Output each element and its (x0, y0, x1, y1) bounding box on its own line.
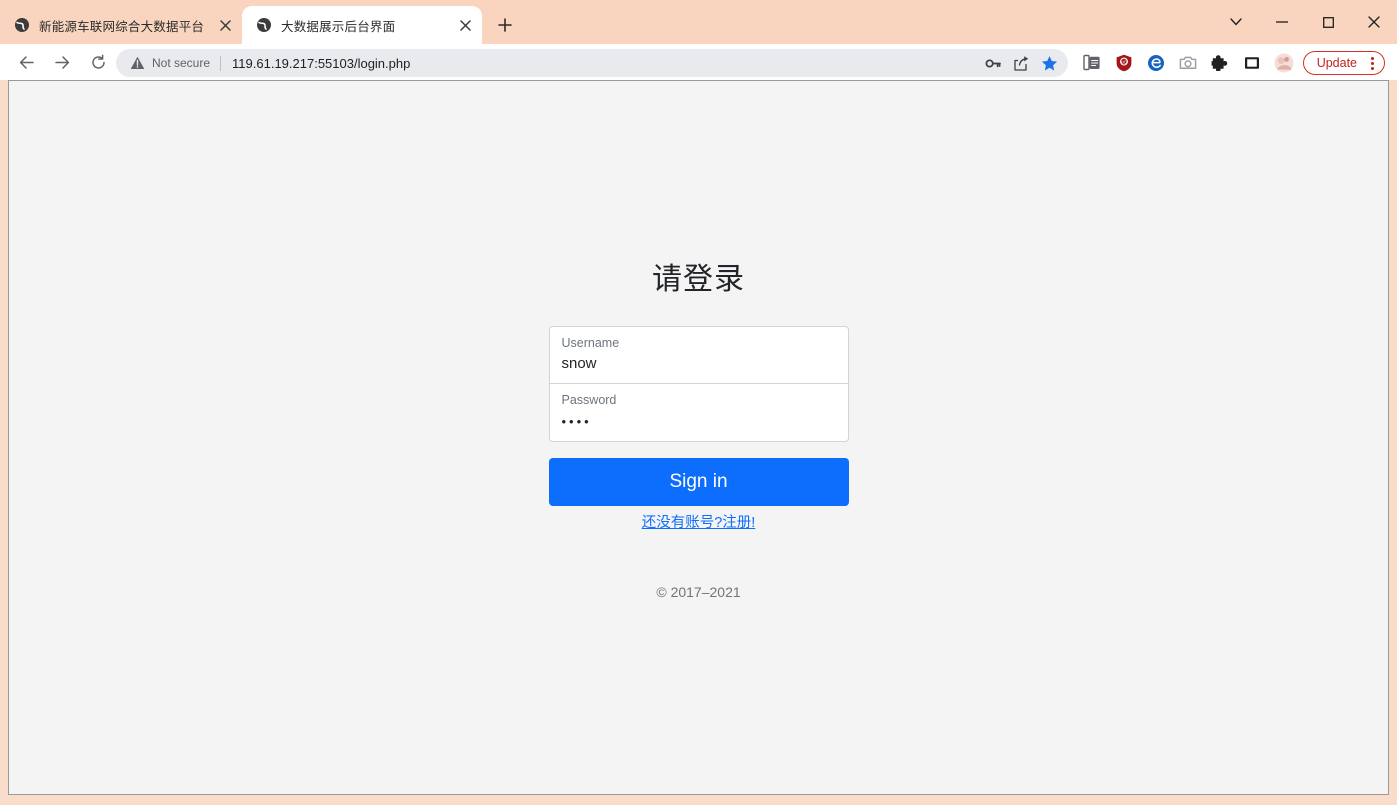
globe-icon (256, 17, 272, 33)
tab-strip: 新能源车联网综合大数据平台 大数据展示后台界面 (0, 0, 1397, 44)
svg-text:uO: uO (1121, 59, 1127, 64)
page-viewport: 请登录 Username snow Password •••• Sign in … (8, 80, 1389, 795)
forward-button[interactable] (47, 47, 77, 77)
camera-screenshot-icon[interactable] (1172, 49, 1204, 77)
back-button[interactable] (11, 47, 41, 77)
bookmark-star-icon[interactable] (1036, 50, 1062, 76)
username-field[interactable]: Username snow (548, 326, 849, 384)
register-link-row: 还没有账号?注册! (549, 506, 849, 532)
share-icon[interactable] (1008, 50, 1034, 76)
register-link[interactable]: 还没有账号?注册! (642, 511, 756, 532)
sign-in-button[interactable]: Sign in (548, 458, 849, 506)
clipboard-copy-icon[interactable] (1076, 49, 1108, 77)
username-input[interactable]: snow (562, 353, 836, 375)
update-label: Update (1316, 56, 1357, 70)
tab-title: 新能源车联网综合大数据平台 (39, 19, 205, 34)
profile-avatar-icon[interactable] (1268, 49, 1300, 77)
kebab-menu-icon[interactable] (1365, 54, 1379, 72)
copyright-text: © 2017–2021 (656, 584, 741, 600)
maximize-button[interactable] (1305, 3, 1351, 41)
tab-title: 大数据展示后台界面 (281, 19, 396, 34)
update-button[interactable]: Update (1302, 51, 1385, 75)
password-key-icon[interactable] (980, 50, 1006, 76)
omnibox-divider (220, 55, 222, 71)
address-bar[interactable]: Not secure 119.61.19.217:55103/login.php (116, 49, 1068, 77)
browser-tab-1[interactable]: 新能源车联网综合大数据平台 (0, 6, 242, 44)
reload-button[interactable] (83, 47, 113, 77)
password-input[interactable]: •••• (562, 410, 836, 434)
url-text[interactable]: 119.61.19.217:55103/login.php (232, 56, 978, 71)
close-button[interactable] (1351, 3, 1397, 41)
extensions-row: uO (1076, 49, 1300, 77)
login-form: 请登录 Username snow Password •••• Sign in … (548, 263, 849, 600)
extensions-puzzle-icon[interactable] (1204, 49, 1236, 77)
ublock-shield-icon[interactable]: uO (1108, 49, 1140, 77)
security-indicator[interactable]: Not secure (130, 56, 210, 71)
password-field[interactable]: Password •••• (548, 384, 849, 442)
browser-window: 新能源车联网综合大数据平台 大数据展示后台界面 Not secure 119.6… (0, 0, 1397, 805)
page-title: 请登录 (652, 263, 745, 296)
browser-toolbar: Not secure 119.61.19.217:55103/login.php (0, 44, 1397, 80)
tab-search-button[interactable] (1213, 3, 1259, 41)
new-tab-button[interactable] (488, 8, 522, 42)
window-controls (1213, 0, 1397, 44)
edge-circle-icon[interactable] (1140, 49, 1172, 77)
sidepanel-square-icon[interactable] (1236, 49, 1268, 77)
tab-close-icon[interactable] (214, 14, 236, 36)
security-label: Not secure (152, 56, 211, 70)
warning-triangle-icon (130, 56, 145, 71)
username-label: Username (561, 336, 620, 350)
password-label: Password (561, 393, 617, 407)
browser-tab-2[interactable]: 大数据展示后台界面 (242, 6, 482, 44)
globe-icon (14, 17, 30, 33)
minimize-button[interactable] (1259, 3, 1305, 41)
tab-close-icon[interactable] (454, 14, 476, 36)
